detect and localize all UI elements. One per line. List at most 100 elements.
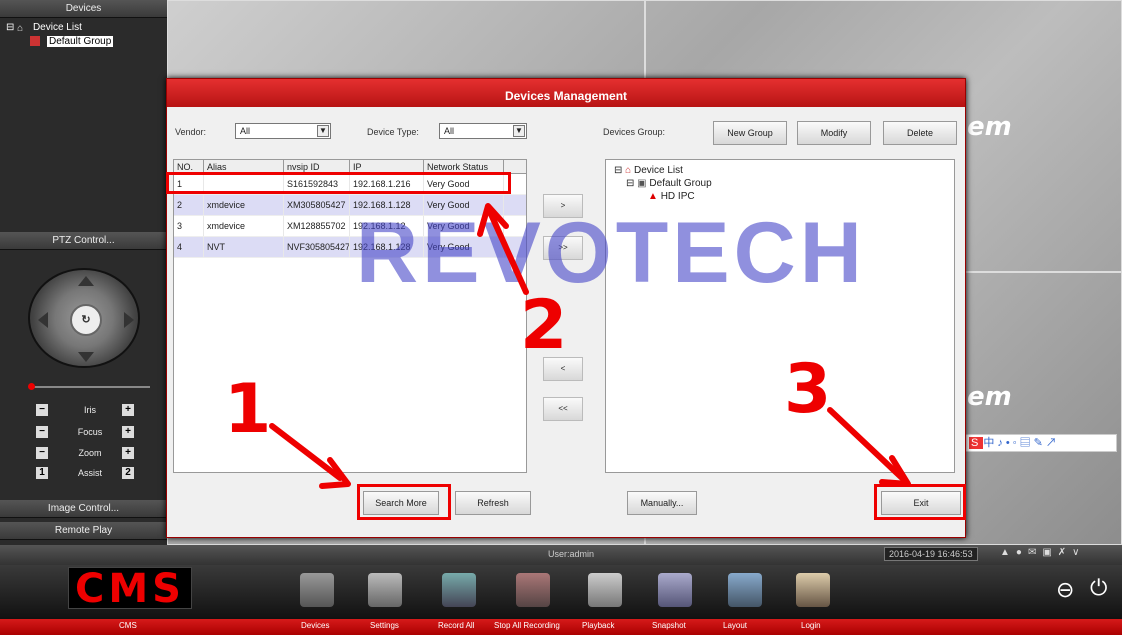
highlight-row-box (166, 172, 511, 194)
watermark: REVOTECH (356, 205, 866, 301)
ptz-up-icon[interactable] (78, 276, 94, 286)
layout-icon[interactable] (728, 573, 762, 607)
datetime: 2016-04-19 16:46:53 (884, 547, 978, 561)
modify-button[interactable]: Modify (797, 121, 871, 145)
cell-alias: NVT (204, 237, 284, 257)
group-tree-device[interactable]: ▲ HD IPC (614, 190, 946, 203)
ptz-control-header[interactable]: PTZ Control... (0, 232, 167, 250)
vendor-label: Vendor: (175, 127, 207, 137)
toolbar-label-stop-all-recording[interactable]: Stop All Recording (494, 621, 560, 630)
ptz-left-icon[interactable] (38, 312, 48, 328)
assist-control: 1 Assist 2 (36, 467, 136, 481)
group-tree-root-label: Device List (634, 165, 683, 176)
refresh-button[interactable]: Refresh (455, 491, 531, 515)
tree-group-label: Default Group (47, 36, 114, 47)
delete-button[interactable]: Delete (883, 121, 957, 145)
vendor-value: All (240, 126, 251, 136)
collapse-icon[interactable]: ⊟ (6, 22, 14, 33)
annotation-number-2: 2 (520, 286, 568, 365)
camera-text-overlay: em (967, 112, 1012, 142)
iris-plus-button[interactable]: + (122, 404, 134, 416)
ptz-speed-slider[interactable] (28, 383, 150, 390)
toolbar-label-settings[interactable]: Settings (370, 621, 399, 630)
minimize-icon[interactable]: ⊖ (1056, 577, 1074, 603)
cell-alias: xmdevice (204, 216, 284, 236)
login-icon[interactable] (796, 573, 830, 607)
manually-button[interactable]: Manually... (627, 491, 697, 515)
collapse-icon[interactable]: ⊟ (626, 178, 634, 189)
toolbar-label-login[interactable]: Login (801, 621, 821, 630)
device-type-label: Device Type: (367, 127, 419, 137)
tree-group[interactable]: Default Group (6, 35, 161, 49)
collapse-icon[interactable]: ⊟ (614, 165, 622, 176)
tray-icons[interactable]: ▲●✉▣✗∨ (1000, 547, 1085, 558)
playback-icon[interactable] (588, 573, 622, 607)
devices-icon[interactable] (300, 573, 334, 607)
cell-no: 2 (174, 195, 204, 215)
cell-no: 4 (174, 237, 204, 257)
group-tree-device-label: HD IPC (660, 191, 695, 202)
ptz-direction-pad[interactable]: ↻ (28, 268, 140, 368)
cell-id: XM305805427 (284, 195, 350, 215)
home-icon: ⌂ (17, 23, 24, 35)
focus-minus-button[interactable]: − (36, 426, 48, 438)
cell-alias: xmdevice (204, 195, 284, 215)
stop-all-recording-icon[interactable] (516, 573, 550, 607)
remove-all-button[interactable]: << (543, 397, 583, 421)
group-icon (30, 36, 40, 47)
user-status: User:admin (548, 549, 595, 559)
toolbar-label-devices[interactable]: Devices (301, 621, 329, 630)
snapshot-icon[interactable] (658, 573, 692, 607)
tree-root-label: Device List (32, 22, 82, 33)
camera-icon: ▲ (648, 191, 658, 202)
group-icon: ▣ (637, 178, 647, 189)
slider-handle[interactable] (28, 383, 35, 390)
toolbar-label-record-all[interactable]: Record All (438, 621, 474, 630)
group-tree-group[interactable]: ⊟ ▣ Default Group (614, 177, 946, 190)
image-control-header[interactable]: Image Control... (0, 500, 167, 518)
cell-no: 3 (174, 216, 204, 236)
toolbar-label-cms[interactable]: CMS (119, 621, 137, 630)
iris-label: Iris (84, 405, 96, 415)
toolbar-label-playback[interactable]: Playback (582, 621, 614, 630)
chevron-down-icon[interactable]: ▼ (513, 125, 525, 137)
left-panel: Devices ⊟ ⌂ Device List Default Group PT… (0, 0, 167, 545)
devices-header[interactable]: Devices (0, 0, 167, 18)
vendor-select[interactable]: All ▼ (235, 123, 331, 139)
zoom-plus-button[interactable]: + (122, 447, 134, 459)
focus-plus-button[interactable]: + (122, 426, 134, 438)
home-icon: ⌂ (625, 165, 632, 176)
status-bar: User:admin 2016-04-19 16:46:53 ▲●✉▣✗∨ (0, 545, 1122, 565)
group-tree-root[interactable]: ⊟ ⌂ Device List (614, 164, 946, 177)
ptz-right-icon[interactable] (124, 312, 134, 328)
remote-play-header[interactable]: Remote Play (0, 522, 167, 540)
toolbar-label-layout[interactable]: Layout (723, 621, 747, 630)
ime-toolbar[interactable]: S 中♪•◦▤✎↗ (965, 434, 1117, 452)
camera-text-overlay: em (967, 382, 1012, 412)
iris-minus-button[interactable]: − (36, 404, 48, 416)
highlight-exit-box (874, 484, 966, 520)
focus-control: − Focus + (36, 426, 136, 440)
zoom-label: Zoom (78, 448, 102, 458)
new-group-button[interactable]: New Group (713, 121, 787, 145)
device-type-select[interactable]: All ▼ (439, 123, 527, 139)
zoom-control: − Zoom + (36, 447, 136, 461)
record-all-icon[interactable] (442, 573, 476, 607)
tree-root[interactable]: ⊟ ⌂ Device List (6, 21, 161, 35)
settings-icon[interactable] (368, 573, 402, 607)
dialog-title: Devices Management (167, 79, 965, 107)
assist-2-button[interactable]: 2 (122, 467, 134, 479)
devices-group-label: Devices Group: (603, 127, 666, 137)
chevron-down-icon[interactable]: ▼ (317, 125, 329, 137)
ptz-auto-icon[interactable]: ↻ (70, 304, 102, 336)
highlight-search-box (357, 484, 451, 520)
toolbar-label-snapshot[interactable]: Snapshot (652, 621, 686, 630)
toolbar-labels: CMS Devices Settings Record All Stop All… (0, 619, 1122, 635)
annotation-number-1: 1 (224, 370, 272, 449)
power-icon[interactable]: ⏻ (1090, 575, 1107, 601)
zoom-minus-button[interactable]: − (36, 447, 48, 459)
assist-1-button[interactable]: 1 (36, 467, 48, 479)
device-type-value: All (444, 126, 455, 136)
ptz-down-icon[interactable] (78, 352, 94, 362)
cms-logo: CMS (68, 567, 192, 610)
